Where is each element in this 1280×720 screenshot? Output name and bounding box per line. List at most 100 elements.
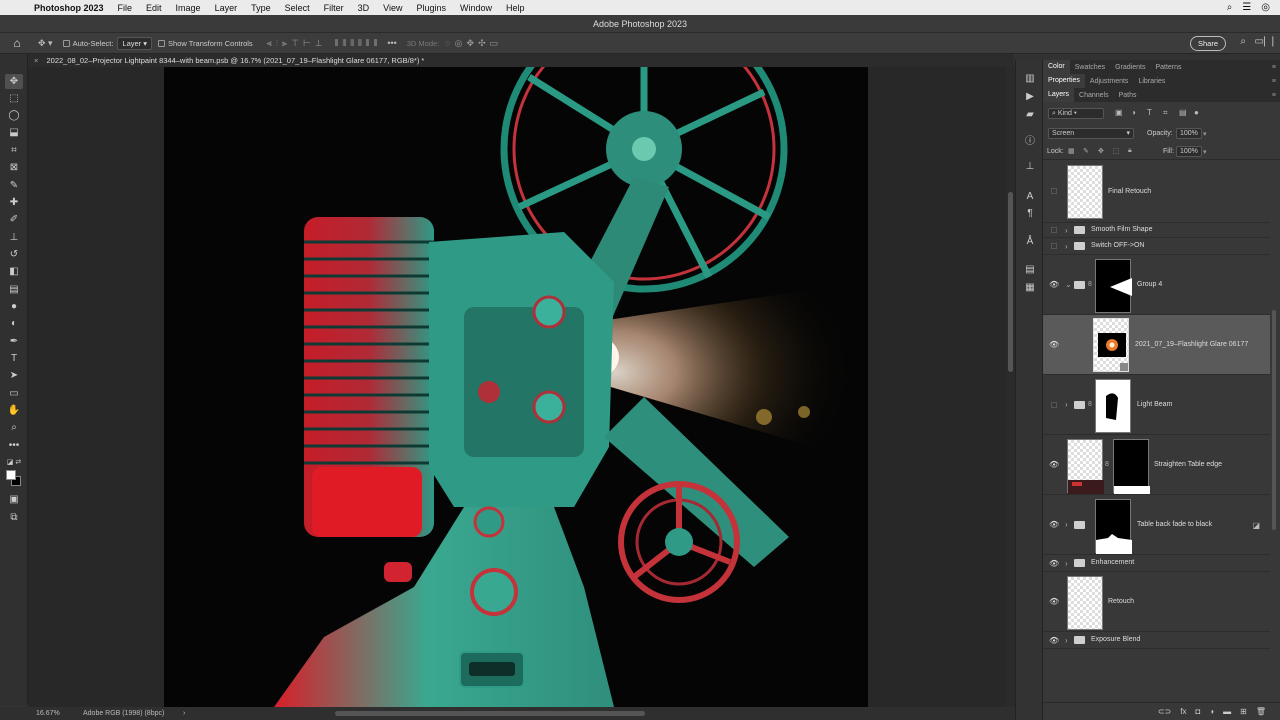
chevron-right-icon[interactable]: › <box>1065 242 1068 251</box>
filter-shape-icon[interactable]: ⌗ <box>1163 108 1168 118</box>
history-brush-icon[interactable]: ↺ <box>5 247 23 262</box>
chevron-right-icon[interactable]: › <box>1065 400 1068 409</box>
layer-row-switch-off-on[interactable]: › Switch OFF->ON <box>1043 238 1270 255</box>
new-layer-icon[interactable]: ⊞ <box>1240 707 1247 716</box>
tab-libraries[interactable]: Libraries <box>1133 78 1170 85</box>
gradient-tool-icon[interactable]: ▤ <box>5 282 23 297</box>
menu-window[interactable]: Window <box>453 3 499 13</box>
align-icons[interactable]: ⫷ ⫶ ⫸ ⊤ ⊢ ⊥ <box>267 38 323 49</box>
layer-row-straighten-table-edge[interactable]: 👁︎ 8 Straighten Table edge <box>1043 435 1270 495</box>
tab-swatches[interactable]: Swatches <box>1070 64 1110 71</box>
layer-row-smooth-film-shape[interactable]: › Smooth Film Shape <box>1043 223 1270 238</box>
mask-link-icon[interactable]: 8 <box>1088 281 1092 288</box>
layer-mask-thumbnail[interactable] <box>1095 379 1131 433</box>
zoom-tool-icon[interactable]: ⌕ <box>5 420 23 435</box>
canvas-area[interactable] <box>28 67 1006 707</box>
menu-image[interactable]: Image <box>169 3 208 13</box>
document-image[interactable] <box>164 67 868 707</box>
move-tool-icon[interactable]: ✥ <box>5 74 23 89</box>
filter-pixel-icon[interactable]: ▣ <box>1115 108 1123 117</box>
menu-app-name[interactable]: Photoshop 2023 <box>34 3 111 13</box>
home-icon[interactable]: ⌂ <box>0 36 34 50</box>
chevron-right-icon[interactable]: › <box>1065 520 1068 529</box>
layer-row-enhancement[interactable]: 👁︎ › Enhancement <box>1043 555 1270 572</box>
tab-adjustments[interactable]: Adjustments <box>1085 78 1134 85</box>
document-tab[interactable]: × 2022_08_02–Projector Lightpaint 8344–w… <box>28 54 1014 67</box>
lock-transparency-icon[interactable]: ▦ <box>1068 147 1075 155</box>
eyedropper-tool-icon[interactable]: ✎ <box>5 178 23 193</box>
eye-icon[interactable]: 👁︎ <box>1049 521 1059 529</box>
frame-tool-icon[interactable]: ⊠ <box>5 160 23 175</box>
menu-edit[interactable]: Edit <box>139 3 169 13</box>
chevron-right-icon[interactable]: › <box>1065 226 1068 235</box>
history-panel-icon[interactable]: ▥ <box>1023 72 1037 86</box>
eye-icon[interactable]: 👁︎ <box>1049 560 1059 568</box>
control-center-icon[interactable]: ☰ <box>1242 2 1251 13</box>
marquee-tool-icon[interactable]: ⬚ <box>5 91 23 106</box>
filter-kind-dropdown[interactable]: ⌕ Kind ▾ <box>1048 108 1104 119</box>
tab-patterns[interactable]: Patterns <box>1150 64 1186 71</box>
menu-filter[interactable]: Filter <box>317 3 351 13</box>
fx-icon[interactable]: fx <box>1180 707 1186 716</box>
type-tool-icon[interactable]: T <box>5 351 23 366</box>
layer-row-final-retouch[interactable]: Final Retouch <box>1043 161 1270 223</box>
eye-icon[interactable]: 👁︎ <box>1049 341 1059 349</box>
blur-tool-icon[interactable]: ● <box>5 299 23 314</box>
eraser-tool-icon[interactable]: ◧ <box>5 264 23 279</box>
pen-tool-icon[interactable]: ✒ <box>5 334 23 349</box>
glyphs-icon[interactable]: Å <box>1023 235 1037 249</box>
default-colors-icon[interactable]: ◪ ⇄ <box>5 455 23 470</box>
panel-menu-icon[interactable]: ❘❘ <box>1260 36 1277 47</box>
lock-pixels-icon[interactable]: ✎ <box>1083 147 1089 155</box>
status-menu-arrow[interactable]: › <box>183 707 185 720</box>
dodge-tool-icon[interactable]: ◐ <box>5 316 23 331</box>
siri-icon[interactable]: ◎ <box>1261 2 1270 13</box>
layer-row-light-beam[interactable]: › 8 Light Beam <box>1043 375 1270 435</box>
more-options-icon[interactable]: ••• <box>383 38 400 48</box>
mask-link-icon[interactable]: 8 <box>1088 401 1092 408</box>
opacity-field[interactable]: 100% <box>1176 128 1202 139</box>
menu-help[interactable]: Help <box>499 3 532 13</box>
chevron-down-icon[interactable]: ⌄ <box>1065 280 1072 289</box>
actions-play-icon[interactable]: ▶ <box>1023 90 1037 104</box>
edit-toolbar-icon[interactable]: ••• <box>5 438 23 453</box>
eye-icon[interactable]: 👁︎ <box>1049 461 1059 469</box>
auto-select-dropdown[interactable]: Layer ▾ <box>117 36 153 50</box>
layer-mask-thumbnail[interactable] <box>1095 499 1132 554</box>
shape-tool-icon[interactable]: ▭ <box>5 386 23 401</box>
character-panel-icon[interactable]: A <box>1023 190 1037 204</box>
search-icon[interactable]: ⌕ <box>1240 36 1246 47</box>
menu-plugins[interactable]: Plugins <box>409 3 453 13</box>
layer-row-retouch[interactable]: 👁︎ Retouch <box>1043 572 1270 632</box>
add-mask-icon[interactable]: ◘ <box>1195 707 1200 716</box>
close-tab-icon[interactable]: × <box>34 56 38 65</box>
tab-properties[interactable]: Properties <box>1043 74 1085 88</box>
3d-mode-icons[interactable]: ◌ ◎ ✥ ✣ ▭ <box>445 38 498 49</box>
tab-layers[interactable]: Layers <box>1043 88 1075 102</box>
lock-artboard-icon[interactable]: ⬚ <box>1113 147 1120 155</box>
lock-all-icon[interactable]: 🔒︎ <box>1128 147 1132 155</box>
new-group-icon[interactable]: ▬ <box>1223 707 1231 716</box>
screen-mode-icon[interactable]: ⧉ <box>5 510 23 525</box>
layer-row-table-back-fade[interactable]: 👁︎ › Table back fade to black ◪ <box>1043 495 1270 555</box>
layers-scrollbar[interactable] <box>1270 160 1278 640</box>
auto-select-checkbox[interactable] <box>62 39 73 48</box>
panel-menu-icon[interactable]: ≡ <box>1272 78 1276 85</box>
fill-dropdown-icon[interactable]: ▾ <box>1203 148 1207 156</box>
layer-row-flashlight-glare[interactable]: 👁︎ 2021_07_19–Flashlight Glare 06177 <box>1043 315 1270 375</box>
hand-tool-icon[interactable]: ✋ <box>5 403 23 418</box>
opacity-dropdown-icon[interactable]: ▾ <box>1203 130 1207 138</box>
lasso-tool-icon[interactable]: ◯ <box>5 108 23 123</box>
foreground-color-swatch[interactable] <box>6 470 16 480</box>
layer-mask-thumbnail[interactable] <box>1113 439 1150 494</box>
visibility-toggle-off[interactable] <box>1051 243 1057 249</box>
tab-color[interactable]: Color <box>1043 60 1070 74</box>
fill-field[interactable]: 100% <box>1176 146 1202 157</box>
filter-adjustment-icon[interactable]: ◑ <box>1131 108 1136 117</box>
transform-controls-checkbox[interactable] <box>158 39 168 48</box>
menu-3d[interactable]: 3D <box>351 3 377 13</box>
chevron-right-icon[interactable]: › <box>1065 636 1068 645</box>
quick-mask-icon[interactable]: ▣ <box>5 492 23 507</box>
layer-mask-thumbnail[interactable] <box>1095 259 1132 313</box>
visibility-toggle-off[interactable] <box>1051 402 1057 408</box>
